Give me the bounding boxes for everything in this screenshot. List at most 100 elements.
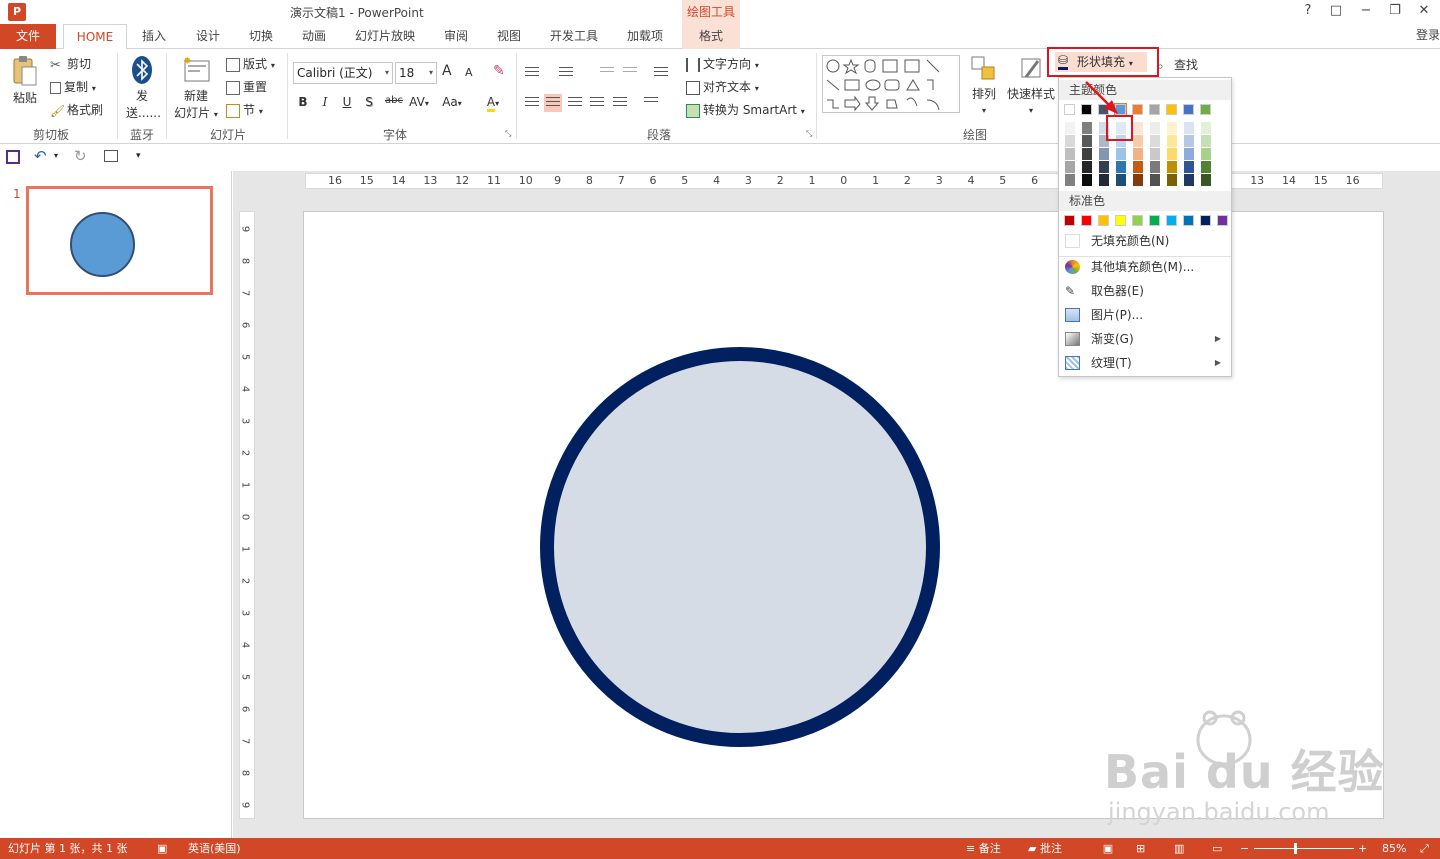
- font-size-combo[interactable]: 18 ▾: [395, 62, 437, 84]
- fit-to-window-icon[interactable]: ⤢: [1420, 838, 1429, 859]
- zoom-slider-thumb[interactable]: [1294, 843, 1297, 854]
- theme-shade-swatch[interactable]: [1115, 148, 1126, 160]
- character-spacing-button[interactable]: AV▾: [406, 95, 432, 109]
- no-fill-item[interactable]: 无填充颜色(N): [1059, 230, 1231, 252]
- login-link[interactable]: 登录: [1416, 26, 1440, 43]
- bullets-icon[interactable]: [523, 64, 541, 82]
- tab-review[interactable]: 审阅: [436, 24, 476, 49]
- language-status[interactable]: 英语(美国): [188, 838, 241, 859]
- find-button[interactable]: ⌕ 查找: [1157, 56, 1198, 73]
- theme-shade-swatch[interactable]: [1200, 148, 1211, 160]
- line-spacing-icon[interactable]: [652, 64, 670, 82]
- save-icon[interactable]: [6, 150, 20, 164]
- texture-fill-item[interactable]: 纹理(T) ▶: [1059, 352, 1231, 374]
- zoom-out-button[interactable]: −: [1240, 838, 1249, 859]
- new-slide-button[interactable]: ✸ 新建 幻灯片 ▾: [172, 55, 220, 121]
- theme-shade-swatch[interactable]: [1166, 174, 1177, 186]
- standard-color-swatch[interactable]: [1217, 215, 1228, 226]
- comments-button[interactable]: ▰ 批注: [1028, 838, 1062, 859]
- theme-shade-swatch[interactable]: [1115, 161, 1126, 173]
- start-slideshow-icon[interactable]: [104, 150, 118, 162]
- theme-color-swatch[interactable]: [1098, 104, 1109, 115]
- tab-addins[interactable]: 加载项: [619, 24, 671, 49]
- theme-color-swatch[interactable]: [1081, 104, 1092, 115]
- standard-color-swatch[interactable]: [1098, 215, 1109, 226]
- more-fill-colors-item[interactable]: 其他填充颜色(M)...: [1059, 256, 1231, 278]
- align-center-icon[interactable]: [544, 94, 562, 112]
- theme-shade-swatch[interactable]: [1183, 135, 1194, 147]
- standard-color-swatch[interactable]: [1115, 215, 1126, 226]
- powerpoint-app-icon[interactable]: P: [8, 3, 26, 21]
- decrease-indent-icon[interactable]: [598, 64, 616, 82]
- slide-thumbnail[interactable]: [26, 186, 213, 295]
- theme-shade-swatch[interactable]: [1183, 161, 1194, 173]
- theme-shade-swatch[interactable]: [1132, 135, 1143, 147]
- theme-shade-swatch[interactable]: [1132, 174, 1143, 186]
- theme-shade-swatch[interactable]: [1166, 122, 1177, 134]
- eyedropper-item[interactable]: ✎ 取色器(E): [1059, 280, 1231, 302]
- slideshow-view-icon[interactable]: ▭: [1212, 838, 1222, 859]
- text-direction-button[interactable]: 文字方向 ▾: [686, 55, 759, 72]
- section-button[interactable]: 节 ▾: [226, 101, 263, 118]
- standard-color-swatch[interactable]: [1183, 215, 1194, 226]
- theme-shade-swatch[interactable]: [1200, 135, 1211, 147]
- theme-shade-swatch[interactable]: [1081, 174, 1092, 186]
- font-dialog-launcher-icon[interactable]: ⤡: [505, 129, 511, 139]
- theme-shade-swatch[interactable]: [1081, 135, 1092, 147]
- theme-shade-swatch[interactable]: [1200, 174, 1211, 186]
- standard-color-swatch[interactable]: [1064, 215, 1075, 226]
- theme-shade-swatch[interactable]: [1064, 174, 1075, 186]
- gradient-fill-item[interactable]: 渐变(G) ▶: [1059, 328, 1231, 350]
- theme-color-swatch[interactable]: [1166, 104, 1177, 115]
- shadow-button[interactable]: S: [360, 95, 378, 109]
- convert-smartart-button[interactable]: 转换为 SmartArt ▾: [686, 101, 805, 118]
- standard-color-swatch[interactable]: [1149, 215, 1160, 226]
- spell-check-icon[interactable]: ▣: [157, 838, 167, 859]
- align-text-button[interactable]: 对齐文本 ▾: [686, 78, 759, 95]
- theme-shade-swatch[interactable]: [1166, 161, 1177, 173]
- theme-shade-swatch[interactable]: [1132, 122, 1143, 134]
- tab-design[interactable]: 设计: [188, 24, 228, 49]
- align-left-icon[interactable]: [523, 94, 541, 112]
- zoom-level[interactable]: 85%: [1382, 838, 1406, 859]
- tab-slideshow[interactable]: 幻灯片放映: [348, 24, 422, 49]
- theme-shade-swatch[interactable]: [1064, 148, 1075, 160]
- theme-color-swatch[interactable]: [1200, 104, 1211, 115]
- theme-shade-swatch[interactable]: [1166, 148, 1177, 160]
- columns-icon[interactable]: [642, 94, 660, 112]
- tab-developer[interactable]: 开发工具: [543, 24, 605, 49]
- bluetooth-send-button[interactable]: 发 送......: [126, 55, 161, 121]
- theme-shade-swatch[interactable]: [1183, 174, 1194, 186]
- zoom-in-button[interactable]: +: [1358, 838, 1367, 859]
- theme-shade-swatch[interactable]: [1149, 161, 1160, 173]
- standard-color-swatch[interactable]: [1200, 215, 1211, 226]
- increase-indent-icon[interactable]: [621, 64, 639, 82]
- picture-fill-item[interactable]: 图片(P)...: [1059, 304, 1231, 326]
- bold-button[interactable]: B: [294, 95, 312, 109]
- circle-shape[interactable]: [540, 347, 940, 747]
- shape-fill-button[interactable]: ⛁ 形状填充 ▾: [1055, 52, 1147, 72]
- tab-home[interactable]: HOME: [63, 24, 127, 50]
- tab-view[interactable]: 视图: [489, 24, 529, 49]
- notes-button[interactable]: ≡ 备注: [966, 838, 1001, 859]
- layout-button[interactable]: 版式 ▾: [226, 55, 275, 72]
- theme-color-swatch[interactable]: [1149, 104, 1160, 115]
- theme-shade-swatch[interactable]: [1081, 148, 1092, 160]
- theme-shade-swatch[interactable]: [1183, 148, 1194, 160]
- undo-dropdown-icon[interactable]: ▾: [54, 151, 58, 160]
- theme-color-swatch[interactable]: [1064, 104, 1075, 115]
- standard-color-swatch[interactable]: [1081, 215, 1092, 226]
- slide-sorter-view-icon[interactable]: ⊞: [1136, 838, 1145, 859]
- tab-animation[interactable]: 动画: [294, 24, 334, 49]
- paste-button[interactable]: 粘贴: [8, 55, 42, 106]
- theme-shade-swatch[interactable]: [1149, 135, 1160, 147]
- reading-view-icon[interactable]: ▥: [1174, 838, 1184, 859]
- theme-color-swatch[interactable]: [1114, 103, 1127, 116]
- theme-color-swatch[interactable]: [1132, 104, 1143, 115]
- ribbon-display-options-button[interactable]: □: [1326, 3, 1346, 18]
- theme-color-swatch[interactable]: [1183, 104, 1194, 115]
- copy-button[interactable]: 复制 ▾: [50, 78, 96, 95]
- standard-color-swatch[interactable]: [1132, 215, 1143, 226]
- tab-insert[interactable]: 插入: [134, 24, 174, 49]
- tab-format[interactable]: 格式: [682, 24, 740, 49]
